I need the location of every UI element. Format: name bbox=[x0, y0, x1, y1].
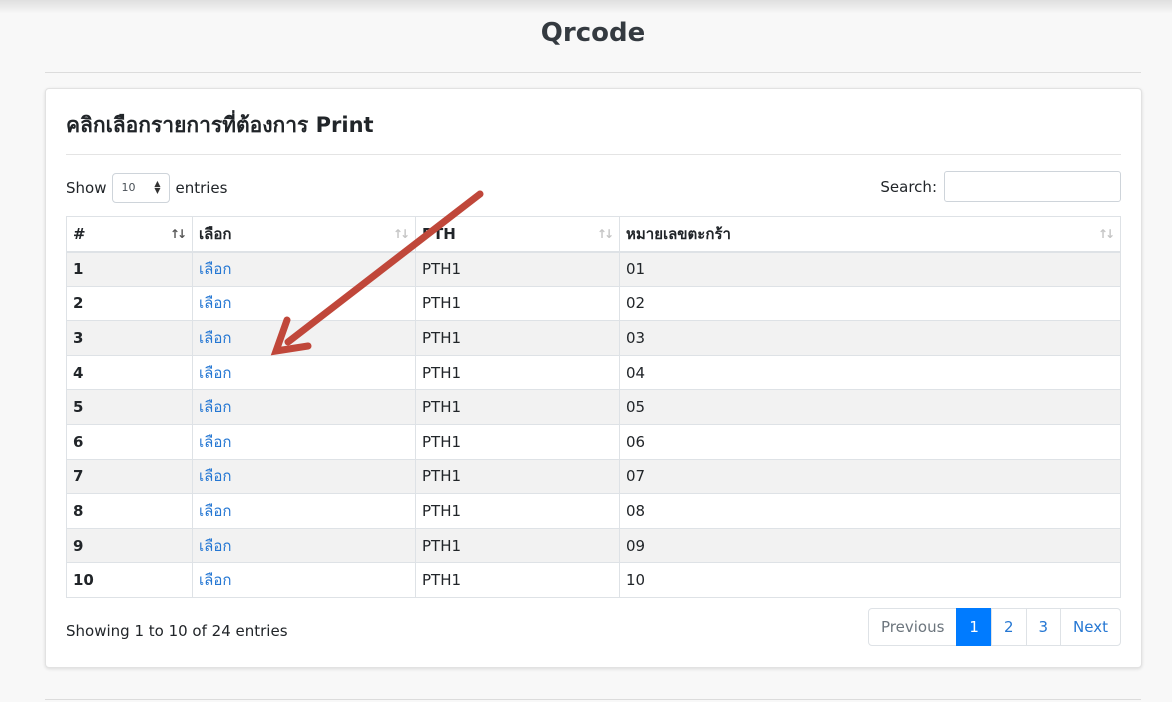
select-link[interactable]: เลือก bbox=[199, 260, 231, 278]
cell-number: 5 bbox=[66, 389, 193, 425]
cell-basket: 10 bbox=[619, 562, 1121, 598]
pagination-page-1[interactable]: 1 bbox=[956, 608, 992, 646]
divider-top bbox=[45, 72, 1141, 73]
sort-both-icon: ↑↓ bbox=[1097, 227, 1115, 241]
table-row: 4 เลือก PTH1 04 bbox=[66, 354, 1121, 391]
cell-number: 8 bbox=[66, 493, 193, 529]
table-header-row: # ↑↓ เลือก ↑↓ PTH ↑↓ หมายเลขตะกร้า ↑↓ bbox=[66, 216, 1121, 253]
cell-pth: PTH1 bbox=[415, 251, 620, 287]
cell-basket: 05 bbox=[619, 389, 1121, 425]
card-heading: คลิกเลือกรายการที่ต้องการ Print bbox=[66, 111, 374, 139]
cell-number: 1 bbox=[66, 251, 193, 287]
header-select-label: เลือก bbox=[199, 224, 232, 243]
select-link[interactable]: เลือก bbox=[199, 398, 231, 416]
cell-basket: 03 bbox=[619, 320, 1121, 356]
table-row: 8 เลือก PTH1 08 bbox=[66, 493, 1121, 529]
content-card: คลิกเลือกรายการที่ต้องการ Print Show 10 … bbox=[45, 88, 1142, 668]
cell-action: เลือก bbox=[192, 389, 416, 425]
search-box: Search: bbox=[880, 171, 1121, 202]
table-info: Showing 1 to 10 of 24 entries bbox=[66, 622, 288, 640]
card-heading-print: Print bbox=[315, 113, 374, 137]
table-row: 6 เลือก PTH1 06 bbox=[66, 423, 1121, 460]
length-select[interactable]: 10 ▲ ▼ bbox=[112, 173, 171, 203]
cell-basket: 02 bbox=[619, 285, 1121, 322]
length-menu: Show 10 ▲ ▼ entries bbox=[66, 173, 227, 203]
select-link[interactable]: เลือก bbox=[199, 537, 231, 555]
header-select[interactable]: เลือก ↑↓ bbox=[192, 216, 416, 253]
select-link[interactable]: เลือก bbox=[199, 502, 231, 520]
cell-pth: PTH1 bbox=[415, 562, 620, 598]
header-number-label: # bbox=[73, 224, 86, 243]
page-title: Qrcode bbox=[540, 18, 646, 48]
cell-action: เลือก bbox=[192, 562, 416, 598]
pagination-page-2[interactable]: 2 bbox=[990, 608, 1027, 646]
cell-basket: 06 bbox=[619, 423, 1121, 460]
select-link[interactable]: เลือก bbox=[199, 294, 231, 312]
select-link[interactable]: เลือก bbox=[199, 571, 231, 589]
header-basket-label: หมายเลขตะกร้า bbox=[626, 224, 731, 243]
sort-both-icon: ↑↓ bbox=[392, 227, 410, 241]
table-row: 2 เลือก PTH1 02 bbox=[66, 285, 1121, 322]
cell-basket: 01 bbox=[619, 251, 1121, 287]
table-row: 10 เลือก PTH1 10 bbox=[66, 562, 1121, 598]
search-label: Search: bbox=[880, 177, 937, 196]
cell-number: 9 bbox=[66, 527, 193, 564]
cell-number: 10 bbox=[66, 562, 193, 598]
cell-number: 4 bbox=[66, 354, 193, 391]
cell-action: เลือก bbox=[192, 354, 416, 391]
select-link[interactable]: เลือก bbox=[199, 433, 231, 451]
cell-pth: PTH1 bbox=[415, 354, 620, 391]
select-link[interactable]: เลือก bbox=[199, 329, 231, 347]
cell-pth: PTH1 bbox=[415, 320, 620, 356]
cell-action: เลือก bbox=[192, 493, 416, 529]
card-heading-text: คลิกเลือกรายการที่ต้องการ bbox=[66, 113, 316, 137]
cell-basket: 04 bbox=[619, 354, 1121, 391]
cell-number: 6 bbox=[66, 423, 193, 460]
sort-both-icon: ↑↓ bbox=[596, 227, 614, 241]
header-number[interactable]: # ↑↓ bbox=[66, 216, 193, 253]
table-row: 7 เลือก PTH1 07 bbox=[66, 458, 1121, 495]
chevron-up-down-icon: ▲ ▼ bbox=[154, 179, 161, 195]
cell-action: เลือก bbox=[192, 527, 416, 564]
pagination-next[interactable]: Next bbox=[1060, 608, 1121, 646]
cell-pth: PTH1 bbox=[415, 458, 620, 495]
cell-number: 3 bbox=[66, 320, 193, 356]
cell-pth: PTH1 bbox=[415, 493, 620, 529]
cell-action: เลือก bbox=[192, 285, 416, 322]
cell-action: เลือก bbox=[192, 423, 416, 460]
cell-pth: PTH1 bbox=[415, 285, 620, 322]
table-row: 5 เลือก PTH1 05 bbox=[66, 389, 1121, 425]
card-divider bbox=[66, 154, 1121, 155]
data-table: # ↑↓ เลือก ↑↓ PTH ↑↓ หมายเลขตะกร้า ↑↓ 1 เลือก… bbox=[66, 216, 1121, 598]
table-row: 1 เลือก PTH1 01 bbox=[66, 251, 1121, 287]
table-row: 9 เลือก PTH1 09 bbox=[66, 527, 1121, 564]
cell-basket: 09 bbox=[619, 527, 1121, 564]
cell-action: เลือก bbox=[192, 251, 416, 287]
cell-pth: PTH1 bbox=[415, 527, 620, 564]
top-shadow bbox=[0, 0, 1172, 14]
length-entries-label: entries bbox=[175, 179, 228, 197]
search-input[interactable] bbox=[944, 171, 1121, 202]
length-show-label: Show bbox=[66, 179, 107, 197]
select-link[interactable]: เลือก bbox=[199, 364, 231, 382]
pagination-previous[interactable]: Previous bbox=[868, 608, 958, 646]
cell-basket: 08 bbox=[619, 493, 1121, 529]
cell-number: 7 bbox=[66, 458, 193, 495]
cell-pth: PTH1 bbox=[415, 423, 620, 460]
sort-ascending-icon: ↑↓ bbox=[169, 227, 187, 241]
cell-action: เลือก bbox=[192, 458, 416, 495]
pagination: Previous 1 2 3 Next bbox=[868, 608, 1121, 646]
header-pth-label: PTH bbox=[422, 224, 456, 243]
cell-action: เลือก bbox=[192, 320, 416, 356]
cell-number: 2 bbox=[66, 285, 193, 322]
divider-bottom bbox=[45, 699, 1141, 700]
header-basket[interactable]: หมายเลขตะกร้า ↑↓ bbox=[619, 216, 1121, 253]
pagination-page-3[interactable]: 3 bbox=[1025, 608, 1062, 646]
header-pth[interactable]: PTH ↑↓ bbox=[415, 216, 620, 253]
cell-pth: PTH1 bbox=[415, 389, 620, 425]
length-select-value: 10 bbox=[121, 181, 136, 194]
select-link[interactable]: เลือก bbox=[199, 467, 231, 485]
cell-basket: 07 bbox=[619, 458, 1121, 495]
table-row: 3 เลือก PTH1 03 bbox=[66, 320, 1121, 356]
